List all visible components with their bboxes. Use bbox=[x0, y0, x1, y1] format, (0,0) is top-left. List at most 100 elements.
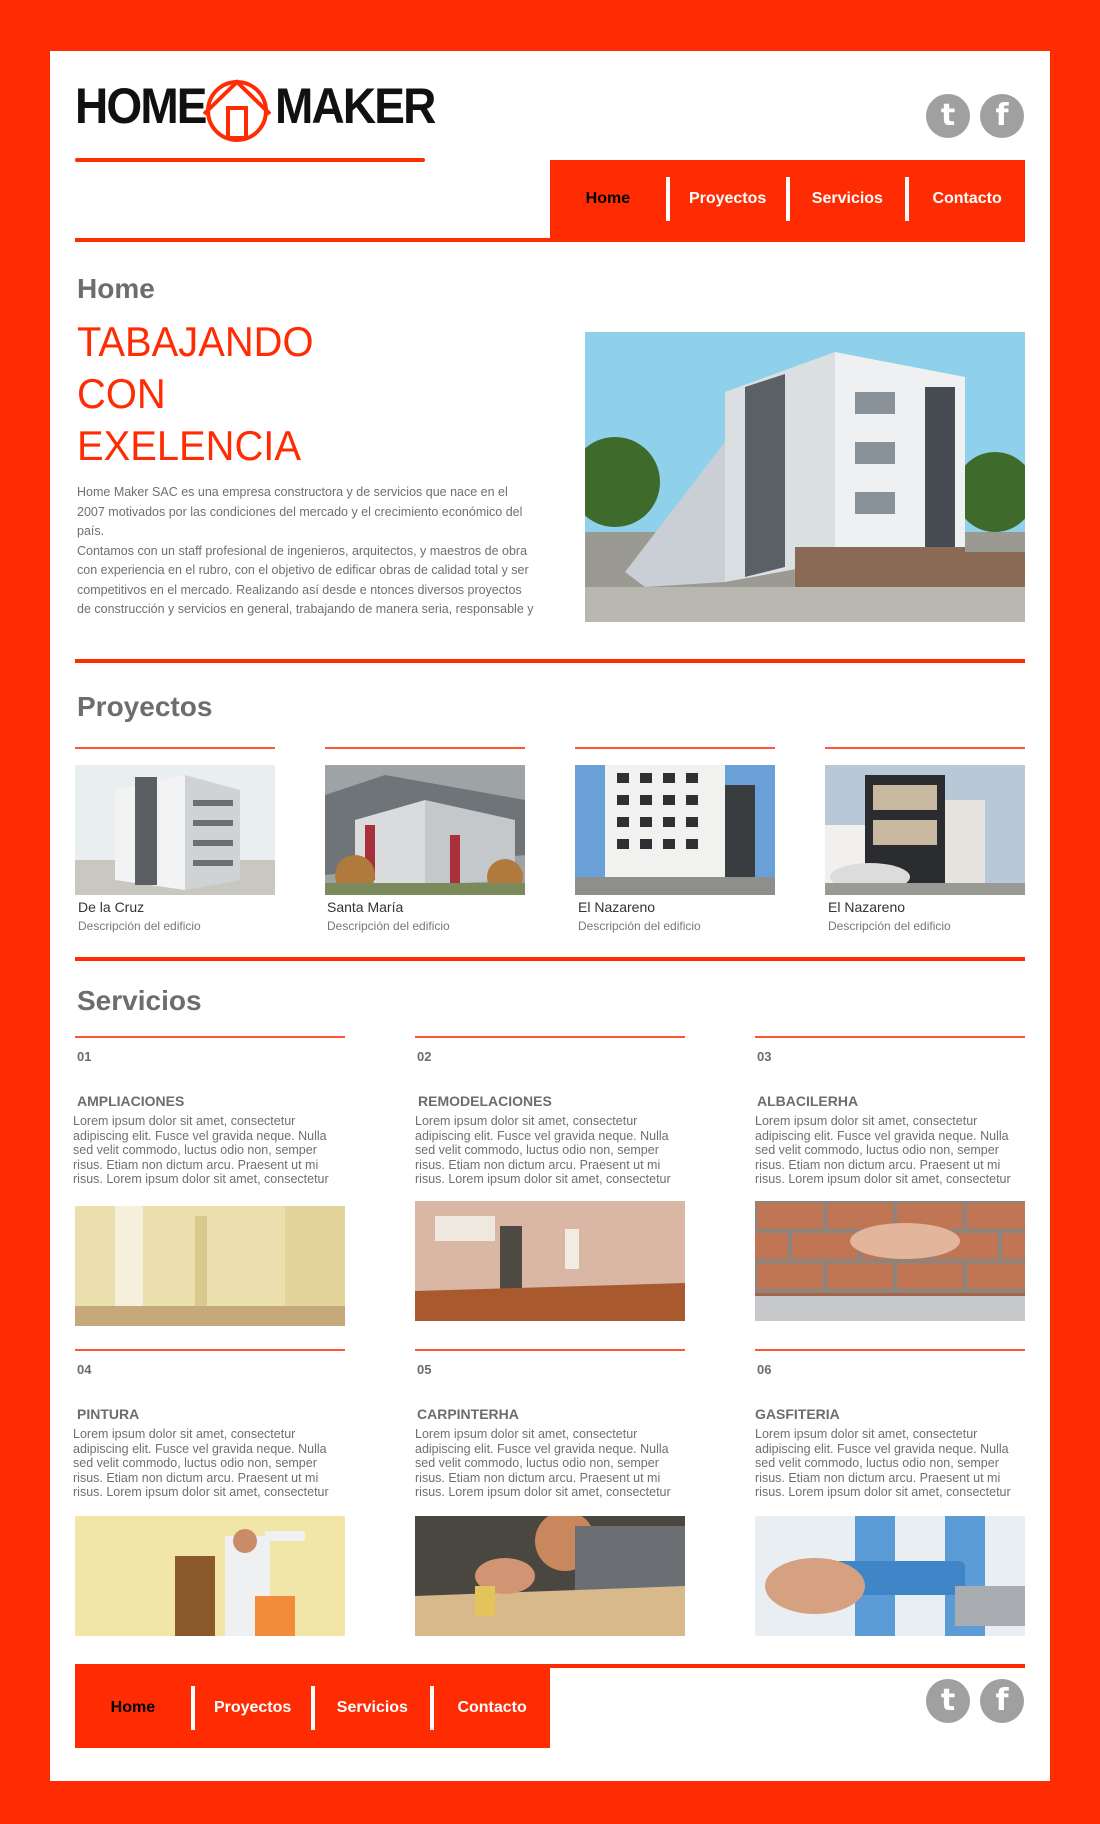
text-line: adipiscing elit. Fusce vel gravida neque… bbox=[415, 1128, 669, 1143]
project-image[interactable] bbox=[75, 765, 275, 895]
service-rule bbox=[75, 1036, 345, 1038]
text-line: risus. Etiam non dictum arcu. Praesent u… bbox=[415, 1157, 661, 1172]
hero-title-line: TABAJANDO bbox=[77, 318, 314, 365]
paragraph-line: con experiencia en el rubro, con el obje… bbox=[77, 563, 529, 577]
twitter-icon[interactable]: t bbox=[926, 1679, 970, 1723]
project-rule bbox=[325, 747, 525, 749]
service-number: 06 bbox=[757, 1362, 772, 1377]
service-title[interactable]: REMODELACIONES bbox=[418, 1093, 552, 1109]
text-line: sed velit commodo, luctus odio non, semp… bbox=[415, 1456, 659, 1470]
logo-underline bbox=[75, 158, 425, 162]
text-line: Lorem ipsum dolor sit amet, consectetur bbox=[73, 1114, 296, 1128]
service-rule bbox=[415, 1036, 685, 1038]
text-line: risus. Etiam non dictum arcu. Praesent u… bbox=[415, 1470, 661, 1485]
project-rule bbox=[825, 747, 1025, 749]
service-image bbox=[75, 1206, 345, 1326]
project-image[interactable] bbox=[575, 765, 775, 895]
footer-nav-home[interactable]: Home bbox=[75, 1699, 191, 1717]
footer-nav-contacto[interactable]: Contacto bbox=[434, 1699, 550, 1717]
nav-servicios[interactable]: Servicios bbox=[790, 190, 906, 208]
twitter-icon[interactable]: t bbox=[926, 94, 970, 138]
text-line: Lorem ipsum dolor sit amet, consectetur bbox=[73, 1427, 296, 1441]
text-line: risus. Etiam non dictum arcu. Praesent u… bbox=[73, 1157, 319, 1172]
facebook-icon[interactable]: f bbox=[980, 1679, 1024, 1723]
servicios-heading: Servicios bbox=[77, 985, 202, 1016]
nav-contacto[interactable]: Contacto bbox=[909, 190, 1025, 208]
project-name[interactable]: Santa María bbox=[327, 899, 403, 915]
project-image[interactable] bbox=[325, 765, 525, 895]
nav-proyectos[interactable]: Proyectos bbox=[670, 190, 786, 208]
service-image bbox=[755, 1516, 1025, 1636]
proyectos-heading: Proyectos bbox=[77, 691, 213, 722]
hero-title-line: CON bbox=[77, 370, 166, 417]
service-number: 04 bbox=[77, 1362, 92, 1377]
text-line: risus. Lorem ipsum dolor sit amet, conse… bbox=[73, 1172, 329, 1186]
project-desc: Descripción del edificio bbox=[828, 919, 951, 933]
text-line: sed velit commodo, luctus odio non, semp… bbox=[755, 1456, 999, 1470]
text-line: sed velit commodo, luctus odio non, semp… bbox=[73, 1143, 317, 1157]
project-desc: Descripción del edificio bbox=[578, 919, 701, 933]
section-divider bbox=[75, 659, 1025, 663]
footer-nav: Home Proyectos Servicios Contacto bbox=[75, 1668, 550, 1748]
header-divider bbox=[75, 238, 1025, 242]
text-line: adipiscing elit. Fusce vel gravida neque… bbox=[73, 1128, 327, 1143]
project-name[interactable]: El Nazareno bbox=[578, 899, 655, 915]
text-line: adipiscing elit. Fusce vel gravida neque… bbox=[415, 1441, 669, 1456]
paragraph-line: Contamos con un staff profesional de ing… bbox=[77, 543, 528, 558]
paragraph-line: 2007 motivados por las condiciones del m… bbox=[77, 504, 523, 519]
paragraph-line: de construcción y servicios en general, … bbox=[77, 602, 534, 616]
service-title[interactable]: ALBACILERHA bbox=[757, 1093, 858, 1109]
text-line: Lorem ipsum dolor sit amet, consectetur bbox=[415, 1427, 638, 1441]
service-number: 02 bbox=[417, 1049, 432, 1064]
logo-text-maker: MAKER bbox=[275, 78, 436, 134]
text-line: risus. Etiam non dictum arcu. Praesent u… bbox=[755, 1470, 1001, 1485]
home-paragraph: Home Maker SAC es una empresa constructo… bbox=[77, 483, 537, 620]
text-line: adipiscing elit. Fusce vel gravida neque… bbox=[73, 1441, 327, 1456]
hero-title: TABAJANDO CON EXELENCIA bbox=[77, 316, 313, 472]
text-line: adipiscing elit. Fusce vel gravida neque… bbox=[755, 1128, 1009, 1143]
service-title[interactable]: CARPINTERHA bbox=[417, 1406, 519, 1422]
service-rule bbox=[755, 1036, 1025, 1038]
facebook-icon[interactable]: f bbox=[980, 94, 1024, 138]
service-title[interactable]: AMPLIACIONES bbox=[77, 1093, 184, 1109]
house-icon bbox=[202, 79, 272, 142]
hero-title-line: EXELENCIA bbox=[77, 422, 301, 469]
service-image bbox=[755, 1201, 1025, 1321]
project-desc: Descripción del edificio bbox=[78, 919, 201, 933]
service-rule bbox=[755, 1349, 1025, 1351]
project-image[interactable] bbox=[825, 765, 1025, 895]
service-rule bbox=[75, 1349, 345, 1351]
service-text: Lorem ipsum dolor sit amet, consectetur … bbox=[73, 1427, 343, 1500]
service-number: 03 bbox=[757, 1049, 772, 1064]
text-line: risus. Lorem ipsum dolor sit amet, conse… bbox=[755, 1485, 1011, 1499]
paragraph-line: competitivos en el mercado. Realizando a… bbox=[77, 582, 522, 597]
nav-home[interactable]: Home bbox=[550, 190, 666, 208]
service-text: Lorem ipsum dolor sit amet, consectetur … bbox=[415, 1427, 685, 1500]
project-name[interactable]: El Nazareno bbox=[828, 899, 905, 915]
project-rule bbox=[575, 747, 775, 749]
service-title[interactable]: PINTURA bbox=[77, 1406, 139, 1422]
section-divider bbox=[75, 957, 1025, 961]
project-desc: Descripción del edificio bbox=[327, 919, 450, 933]
service-number: 01 bbox=[77, 1049, 92, 1064]
service-text: Lorem ipsum dolor sit amet, consectetur … bbox=[73, 1114, 343, 1187]
service-image bbox=[415, 1516, 685, 1636]
footer-nav-servicios[interactable]: Servicios bbox=[315, 1699, 431, 1717]
footer-nav-proyectos[interactable]: Proyectos bbox=[195, 1699, 311, 1717]
text-line: risus. Etiam non dictum arcu. Praesent u… bbox=[755, 1157, 1001, 1172]
text-line: Lorem ipsum dolor sit amet, consectetur bbox=[755, 1427, 978, 1441]
project-name[interactable]: De la Cruz bbox=[78, 899, 144, 915]
logo[interactable]: HOME MAKER bbox=[75, 76, 436, 162]
service-title[interactable]: GASFITERIA bbox=[755, 1406, 840, 1422]
service-image bbox=[415, 1201, 685, 1321]
text-line: risus. Lorem ipsum dolor sit amet, conse… bbox=[415, 1172, 671, 1186]
text-line: adipiscing elit. Fusce vel gravida neque… bbox=[755, 1441, 1009, 1456]
text-line: risus. Lorem ipsum dolor sit amet, conse… bbox=[73, 1485, 329, 1499]
service-rule bbox=[415, 1349, 685, 1351]
service-text: Lorem ipsum dolor sit amet, consectetur … bbox=[755, 1114, 1025, 1187]
home-heading: Home bbox=[77, 273, 155, 304]
text-line: sed velit commodo, luctus odio non, semp… bbox=[73, 1456, 317, 1470]
text-line: risus. Lorem ipsum dolor sit amet, conse… bbox=[755, 1172, 1011, 1186]
main-nav: Home Proyectos Servicios Contacto bbox=[550, 160, 1025, 238]
text-line: Lorem ipsum dolor sit amet, consectetur bbox=[415, 1114, 638, 1128]
